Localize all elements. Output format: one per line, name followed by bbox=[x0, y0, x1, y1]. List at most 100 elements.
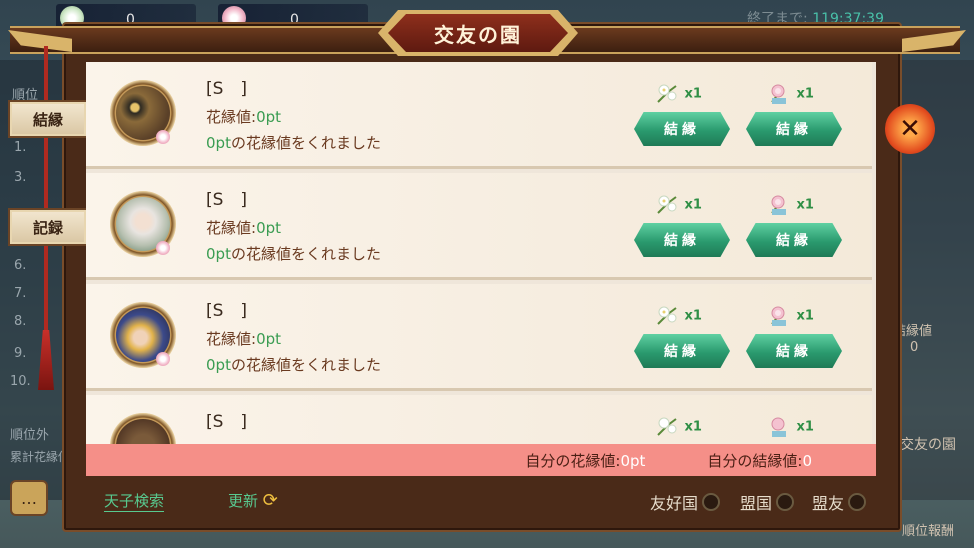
flower-decoration-icon bbox=[156, 241, 170, 255]
flower-value-label: 花縁値: bbox=[206, 108, 257, 126]
given-text: の花縁値をくれました bbox=[230, 245, 381, 263]
white-gift: x1 bbox=[654, 415, 702, 439]
given-amount: 0pt bbox=[206, 356, 231, 374]
player-name: [S ] bbox=[206, 190, 248, 210]
bond-button-white[interactable]: 結縁 bbox=[634, 223, 730, 257]
friend-list[interactable]: [S ] 花縁値:0pt 0ptの花縁値をくれました x1 x1 結縁 結縁 [… bbox=[86, 62, 876, 444]
flower-value-line: 花縁値:0pt bbox=[206, 106, 281, 127]
white-gift: x1 bbox=[654, 82, 702, 106]
flower-value-line: 花縁値:0pt bbox=[206, 328, 281, 349]
bond-button-pink[interactable]: 結縁 bbox=[746, 334, 842, 368]
player-name: [S ] bbox=[206, 79, 248, 99]
given-amount: 0pt bbox=[206, 245, 231, 263]
flower-value: 0pt bbox=[256, 219, 282, 237]
white-flower-icon bbox=[657, 195, 677, 214]
chat-icon: … bbox=[21, 488, 37, 508]
refresh-button[interactable]: 更新 ⟳ bbox=[228, 490, 278, 511]
bg-rank-1: 1. bbox=[14, 140, 27, 155]
tab-bond[interactable]: 結縁 bbox=[8, 100, 88, 138]
search-emperor-link[interactable]: 天子検索 bbox=[104, 490, 165, 512]
gift-message: 0ptの花縁値をくれました bbox=[206, 354, 381, 375]
flower-decoration-icon bbox=[156, 352, 170, 366]
bg-total-flower: 累計花縁値 bbox=[10, 450, 71, 464]
pink-gift: x1 bbox=[766, 82, 814, 106]
my-bond-value: 自分の結縁値:0 bbox=[707, 450, 812, 471]
gift-count: x1 bbox=[684, 419, 702, 435]
my-bond-number: 0 bbox=[802, 451, 812, 470]
gift-count: x1 bbox=[796, 86, 814, 102]
gift-message: 0ptの花縁値をくれました bbox=[206, 132, 381, 153]
list-item: [S ] x1 x1 bbox=[86, 395, 872, 444]
bond-button-white[interactable]: 結縁 bbox=[634, 112, 730, 146]
bg-rank-reward-label: 順位報酬 bbox=[902, 524, 955, 539]
white-gift: x1 bbox=[654, 193, 702, 217]
bond-button-white[interactable]: 結縁 bbox=[634, 334, 730, 368]
bg-rank-6: 6. bbox=[14, 258, 27, 273]
refresh-icon: ⟳ bbox=[262, 490, 278, 511]
close-icon: ✕ bbox=[899, 114, 921, 144]
bottom-bar: 天子検索 更新 ⟳ 友好国 盟国 盟友 bbox=[86, 480, 876, 520]
pink-flower-icon bbox=[771, 417, 786, 437]
my-flower-label: 自分の花縁値: bbox=[525, 451, 621, 470]
pink-flower-icon bbox=[771, 84, 786, 104]
pink-gift: x1 bbox=[766, 304, 814, 328]
summary-bar: 自分の花縁値:0pt 自分の結縁値:0 bbox=[86, 444, 876, 476]
white-flower-icon bbox=[657, 417, 677, 436]
given-amount: 0pt bbox=[206, 134, 231, 152]
gift-count: x1 bbox=[684, 197, 702, 213]
flower-value-label: 花縁値: bbox=[206, 219, 257, 237]
tab-record[interactable]: 記録 bbox=[8, 208, 88, 246]
my-bond-label: 自分の結縁値: bbox=[707, 451, 803, 470]
radio-icon bbox=[848, 493, 867, 511]
dialog-title: 交友の園 bbox=[388, 14, 568, 52]
flower-value-label: 花縁値: bbox=[206, 330, 257, 348]
given-text: の花縁値をくれました bbox=[230, 134, 381, 152]
bond-button-pink[interactable]: 結縁 bbox=[746, 112, 842, 146]
pink-flower-icon bbox=[771, 306, 786, 326]
filter-label: 盟友 bbox=[812, 494, 845, 513]
list-item: [S ] 花縁値:0pt 0ptの花縁値をくれました x1 x1 結縁 結縁 bbox=[86, 284, 872, 391]
refresh-label: 更新 bbox=[228, 492, 259, 510]
list-item: [S ] 花縁値:0pt 0ptの花縁値をくれました x1 x1 結縁 結縁 bbox=[86, 173, 872, 280]
bg-rank-3: 3. bbox=[14, 170, 27, 185]
white-flower-icon bbox=[657, 84, 677, 103]
bg-rank-10: 10. bbox=[10, 374, 31, 389]
bond-button-pink[interactable]: 結縁 bbox=[746, 223, 842, 257]
bg-rank-outside: 順位外 bbox=[10, 428, 50, 443]
player-name: [S ] bbox=[206, 301, 248, 321]
filter-friendly-nation[interactable]: 友好国 bbox=[650, 490, 721, 514]
close-button[interactable]: ✕ bbox=[885, 104, 935, 154]
gift-count: x1 bbox=[796, 419, 814, 435]
flower-decoration-icon bbox=[156, 130, 170, 144]
filter-ally[interactable]: 盟友 bbox=[812, 490, 867, 514]
radio-icon bbox=[702, 493, 721, 511]
white-flower-icon bbox=[657, 306, 677, 325]
given-text: の花縁値をくれました bbox=[230, 356, 381, 374]
my-flower-number: 0pt bbox=[620, 451, 646, 470]
bg-garden-label: 交友の園 bbox=[900, 437, 956, 453]
gift-count: x1 bbox=[684, 86, 702, 102]
pink-flower-icon bbox=[771, 195, 786, 215]
filter-label: 友好国 bbox=[650, 494, 699, 513]
my-flower-value: 自分の花縁値:0pt bbox=[525, 450, 645, 471]
gift-message: 0ptの花縁値をくれました bbox=[206, 243, 381, 264]
radio-icon bbox=[776, 493, 795, 511]
flower-value: 0pt bbox=[256, 330, 282, 348]
bg-bond-value: 0 bbox=[910, 340, 919, 355]
bg-rank-9: 9. bbox=[14, 346, 27, 361]
gift-count: x1 bbox=[796, 308, 814, 324]
bg-rank-8: 8. bbox=[14, 314, 27, 329]
list-item: [S ] 花縁値:0pt 0ptの花縁値をくれました x1 x1 結縁 結縁 bbox=[86, 62, 872, 169]
pink-gift: x1 bbox=[766, 193, 814, 217]
pink-gift: x1 bbox=[766, 415, 814, 439]
gift-count: x1 bbox=[796, 197, 814, 213]
player-name: [S ] bbox=[206, 412, 248, 432]
filter-label: 盟国 bbox=[740, 494, 773, 513]
white-gift: x1 bbox=[654, 304, 702, 328]
gift-count: x1 bbox=[684, 308, 702, 324]
chat-button[interactable]: … bbox=[10, 480, 48, 516]
bg-rank-7: 7. bbox=[14, 286, 27, 301]
flower-value: 0pt bbox=[256, 108, 282, 126]
filter-allied-nation[interactable]: 盟国 bbox=[740, 490, 795, 514]
flower-value-line: 花縁値:0pt bbox=[206, 217, 281, 238]
